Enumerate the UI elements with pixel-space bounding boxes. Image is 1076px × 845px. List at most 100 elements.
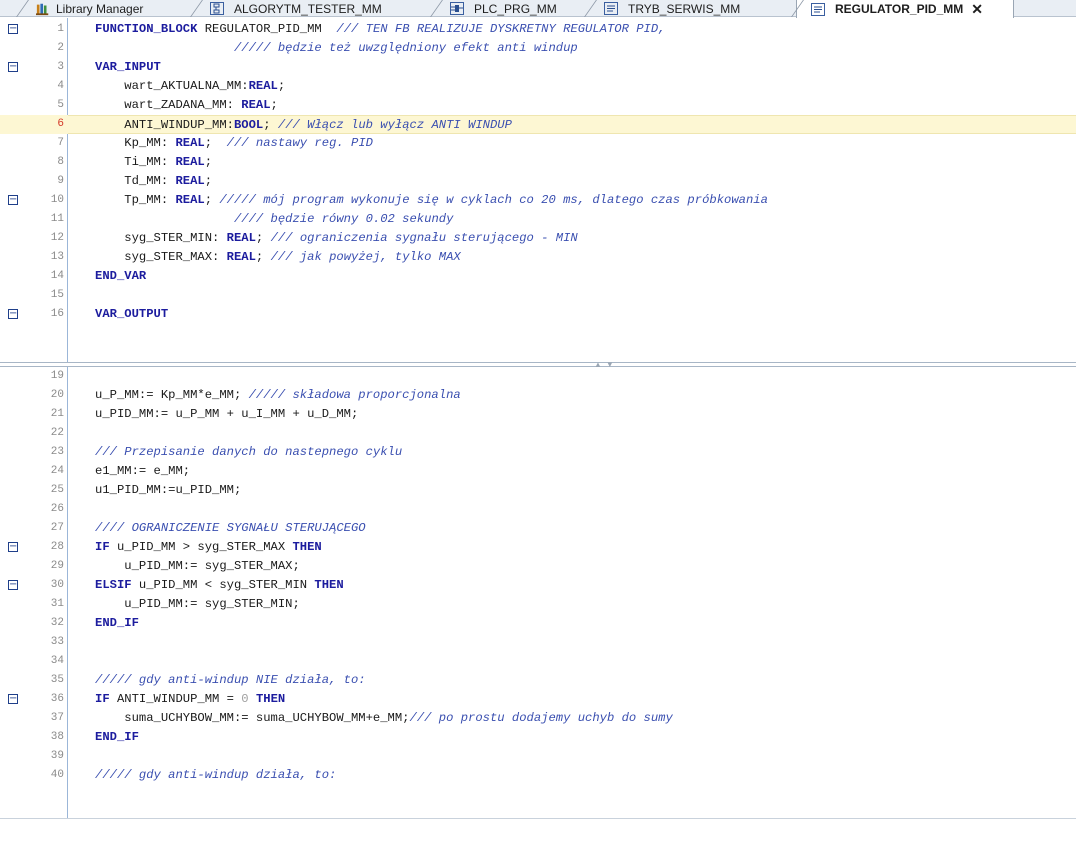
code-line[interactable]: 39 [0, 747, 1076, 766]
code-line[interactable]: 37 suma_UCHYBOW_MM:= suma_UCHYBOW_MM+e_M… [0, 709, 1076, 728]
fold-toggle-icon[interactable]: − [8, 62, 18, 72]
fold-toggle-icon[interactable]: − [8, 24, 18, 34]
code-text[interactable]: u_PID_MM:= u_P_MM + u_I_MM + u_D_MM; [68, 405, 1076, 424]
code-line[interactable]: 33 [0, 633, 1076, 652]
code-line[interactable]: 19 [0, 367, 1076, 386]
code-text[interactable]: //// będzie równy 0.02 sekundy [68, 210, 1076, 229]
code-line[interactable]: − 16 VAR_OUTPUT [0, 305, 1076, 324]
code-line[interactable]: 6 ANTI_WINDUP_MM:BOOL; /// Włącz lub wył… [0, 115, 1076, 134]
code-token: Ti_MM: [95, 155, 176, 169]
code-text[interactable]: Ti_MM: REAL; [68, 153, 1076, 172]
code-text[interactable]: ANTI_WINDUP_MM:BOOL; /// Włącz lub wyłąc… [68, 115, 1076, 134]
code-line[interactable]: − 3 VAR_INPUT [0, 58, 1076, 77]
code-line[interactable]: 32 END_IF [0, 614, 1076, 633]
code-line[interactable]: 20 u_P_MM:= Kp_MM*e_MM; ///// składowa pr… [0, 386, 1076, 405]
code-text[interactable]: syg_STER_MIN: REAL; /// ograniczenia syg… [68, 229, 1076, 248]
tab-regulator-pid[interactable]: REGULATOR_PID_MM ✕ [791, 0, 1014, 18]
code-text[interactable]: IF u_PID_MM > syg_STER_MAX THEN [68, 538, 1076, 557]
fold-toggle-icon[interactable]: − [8, 694, 18, 704]
declaration-editor[interactable]: − 1 FUNCTION_BLOCK REGULATOR_PID_MM /// TE… [0, 18, 1076, 362]
code-text[interactable]: ///// będzie też uwzględniony efekt anti… [68, 39, 1076, 58]
code-line[interactable]: 38 END_IF [0, 728, 1076, 747]
code-text[interactable] [68, 652, 1076, 671]
line-number: 19 [50, 370, 64, 382]
code-line[interactable]: 14 END_VAR [0, 267, 1076, 286]
tab-plc-prg[interactable]: PLC_PRG_MM [430, 0, 576, 17]
code-text[interactable]: END_IF [68, 728, 1076, 747]
code-line[interactable]: 4 wart_AKTUALNA_MM:REAL; [0, 77, 1076, 96]
code-line[interactable]: − 10 Tp_MM: REAL; ///// mój program wykon… [0, 191, 1076, 210]
code-text[interactable]: ///// gdy anti-windup działa, to: [68, 766, 1076, 785]
code-line[interactable]: 25 u1_PID_MM:=u_PID_MM; [0, 481, 1076, 500]
code-line[interactable]: 27 //// OGRANICZENIE SYGNAŁU STERUJĄCEGO [0, 519, 1076, 538]
keyword-token: THEN [292, 540, 322, 554]
tab-tryb-serwis[interactable]: TRYB_SERWIS_MM [584, 0, 786, 17]
code-text[interactable]: wart_ZADANA_MM: REAL; [68, 96, 1076, 115]
code-line[interactable]: 15 [0, 286, 1076, 305]
code-line[interactable]: 34 [0, 652, 1076, 671]
code-line[interactable]: 35 ///// gdy anti-windup NIE działa, to: [0, 671, 1076, 690]
code-text[interactable]: ///// gdy anti-windup NIE działa, to: [68, 671, 1076, 690]
code-line[interactable]: 24 e1_MM:= e_MM; [0, 462, 1076, 481]
code-text[interactable]: suma_UCHYBOW_MM:= suma_UCHYBOW_MM+e_MM;/… [68, 709, 1076, 728]
tab-algorytm-tester[interactable]: ALGORYTM_TESTER_MM [190, 0, 412, 17]
code-text[interactable]: u_PID_MM:= syg_STER_MAX; [68, 557, 1076, 576]
fold-toggle-icon[interactable]: − [8, 580, 18, 590]
code-line[interactable]: 21 u_PID_MM:= u_P_MM + u_I_MM + u_D_MM; [0, 405, 1076, 424]
code-line[interactable]: 9 Td_MM: REAL; [0, 172, 1076, 191]
code-text[interactable] [68, 367, 1076, 386]
code-text[interactable]: u1_PID_MM:=u_PID_MM; [68, 481, 1076, 500]
code-line[interactable]: 23 /// Przepisanie danych do nastepnego c… [0, 443, 1076, 462]
code-token: u_PID_MM < syg_STER_MIN [131, 578, 315, 592]
code-text[interactable]: Tp_MM: REAL; ///// mój program wykonuje … [68, 191, 1076, 210]
code-text[interactable]: u_P_MM:= Kp_MM*e_MM; ///// składowa prop… [68, 386, 1076, 405]
code-text[interactable]: u_PID_MM:= syg_STER_MIN; [68, 595, 1076, 614]
code-line[interactable]: 13 syg_STER_MAX: REAL; /// jak powyżej, … [0, 248, 1076, 267]
code-token: REGULATOR_PID_MM [197, 22, 337, 36]
code-line[interactable]: 8 Ti_MM: REAL; [0, 153, 1076, 172]
code-text[interactable]: ELSIF u_PID_MM < syg_STER_MIN THEN [68, 576, 1076, 595]
code-line[interactable]: 40 ///// gdy anti-windup działa, to: [0, 766, 1076, 785]
code-line[interactable]: 22 [0, 424, 1076, 443]
code-text[interactable]: VAR_OUTPUT [68, 305, 1076, 324]
code-text[interactable]: /// Przepisanie danych do nastepnego cyk… [68, 443, 1076, 462]
code-text[interactable]: Td_MM: REAL; [68, 172, 1076, 191]
comment-token: /// Włącz lub wyłącz ANTI WINDUP [277, 118, 512, 132]
code-line[interactable]: 7 Kp_MM: REAL; /// nastawy reg. PID [0, 134, 1076, 153]
fold-toggle-icon[interactable]: − [8, 195, 18, 205]
code-line[interactable]: − 1 FUNCTION_BLOCK REGULATOR_PID_MM /// TE… [0, 20, 1076, 39]
code-line[interactable]: 12 syg_STER_MIN: REAL; /// ograniczenia … [0, 229, 1076, 248]
code-text[interactable] [68, 286, 1076, 305]
code-line[interactable]: 29 u_PID_MM:= syg_STER_MAX; [0, 557, 1076, 576]
tab-library-manager[interactable]: Library Manager [16, 0, 172, 17]
fold-toggle-icon[interactable]: − [8, 542, 18, 552]
close-tab-icon[interactable]: ✕ [971, 2, 983, 16]
code-text[interactable]: VAR_INPUT [68, 58, 1076, 77]
code-line[interactable]: 26 [0, 500, 1076, 519]
code-text[interactable]: END_VAR [68, 267, 1076, 286]
code-text[interactable]: syg_STER_MAX: REAL; /// jak powyżej, tyl… [68, 248, 1076, 267]
code-text[interactable]: e1_MM:= e_MM; [68, 462, 1076, 481]
code-text[interactable]: Kp_MM: REAL; /// nastawy reg. PID [68, 134, 1076, 153]
fold-toggle-icon[interactable]: − [8, 309, 18, 319]
code-line[interactable]: 2 ///// będzie też uwzględniony efekt an… [0, 39, 1076, 58]
code-text[interactable] [68, 633, 1076, 652]
code-line[interactable]: − 36 IF ANTI_WINDUP_MM = 0 THEN [0, 690, 1076, 709]
implementation-editor[interactable]: 19 20 u_P_MM:= Kp_MM*e_MM; ///// składowa … [0, 367, 1076, 818]
code-text[interactable] [68, 500, 1076, 519]
code-text[interactable]: IF ANTI_WINDUP_MM = 0 THEN [68, 690, 1076, 709]
code-token: u_PID_MM > syg_STER_MAX [109, 540, 293, 554]
line-number: 6 [57, 118, 64, 130]
code-text[interactable] [68, 424, 1076, 443]
code-text[interactable]: FUNCTION_BLOCK REGULATOR_PID_MM /// TEN … [68, 20, 1076, 39]
code-line[interactable]: − 30 ELSIF u_PID_MM < syg_STER_MIN THEN [0, 576, 1076, 595]
code-line[interactable]: 31 u_PID_MM:= syg_STER_MIN; [0, 595, 1076, 614]
code-line[interactable]: − 28 IF u_PID_MM > syg_STER_MAX THEN [0, 538, 1076, 557]
code-text[interactable]: END_IF [68, 614, 1076, 633]
code-text[interactable] [68, 747, 1076, 766]
code-text[interactable]: //// OGRANICZENIE SYGNAŁU STERUJĄCEGO [68, 519, 1076, 538]
code-line[interactable]: 5 wart_ZADANA_MM: REAL; [0, 96, 1076, 115]
code-text[interactable]: wart_AKTUALNA_MM:REAL; [68, 77, 1076, 96]
code-line[interactable]: 11 //// będzie równy 0.02 sekundy [0, 210, 1076, 229]
